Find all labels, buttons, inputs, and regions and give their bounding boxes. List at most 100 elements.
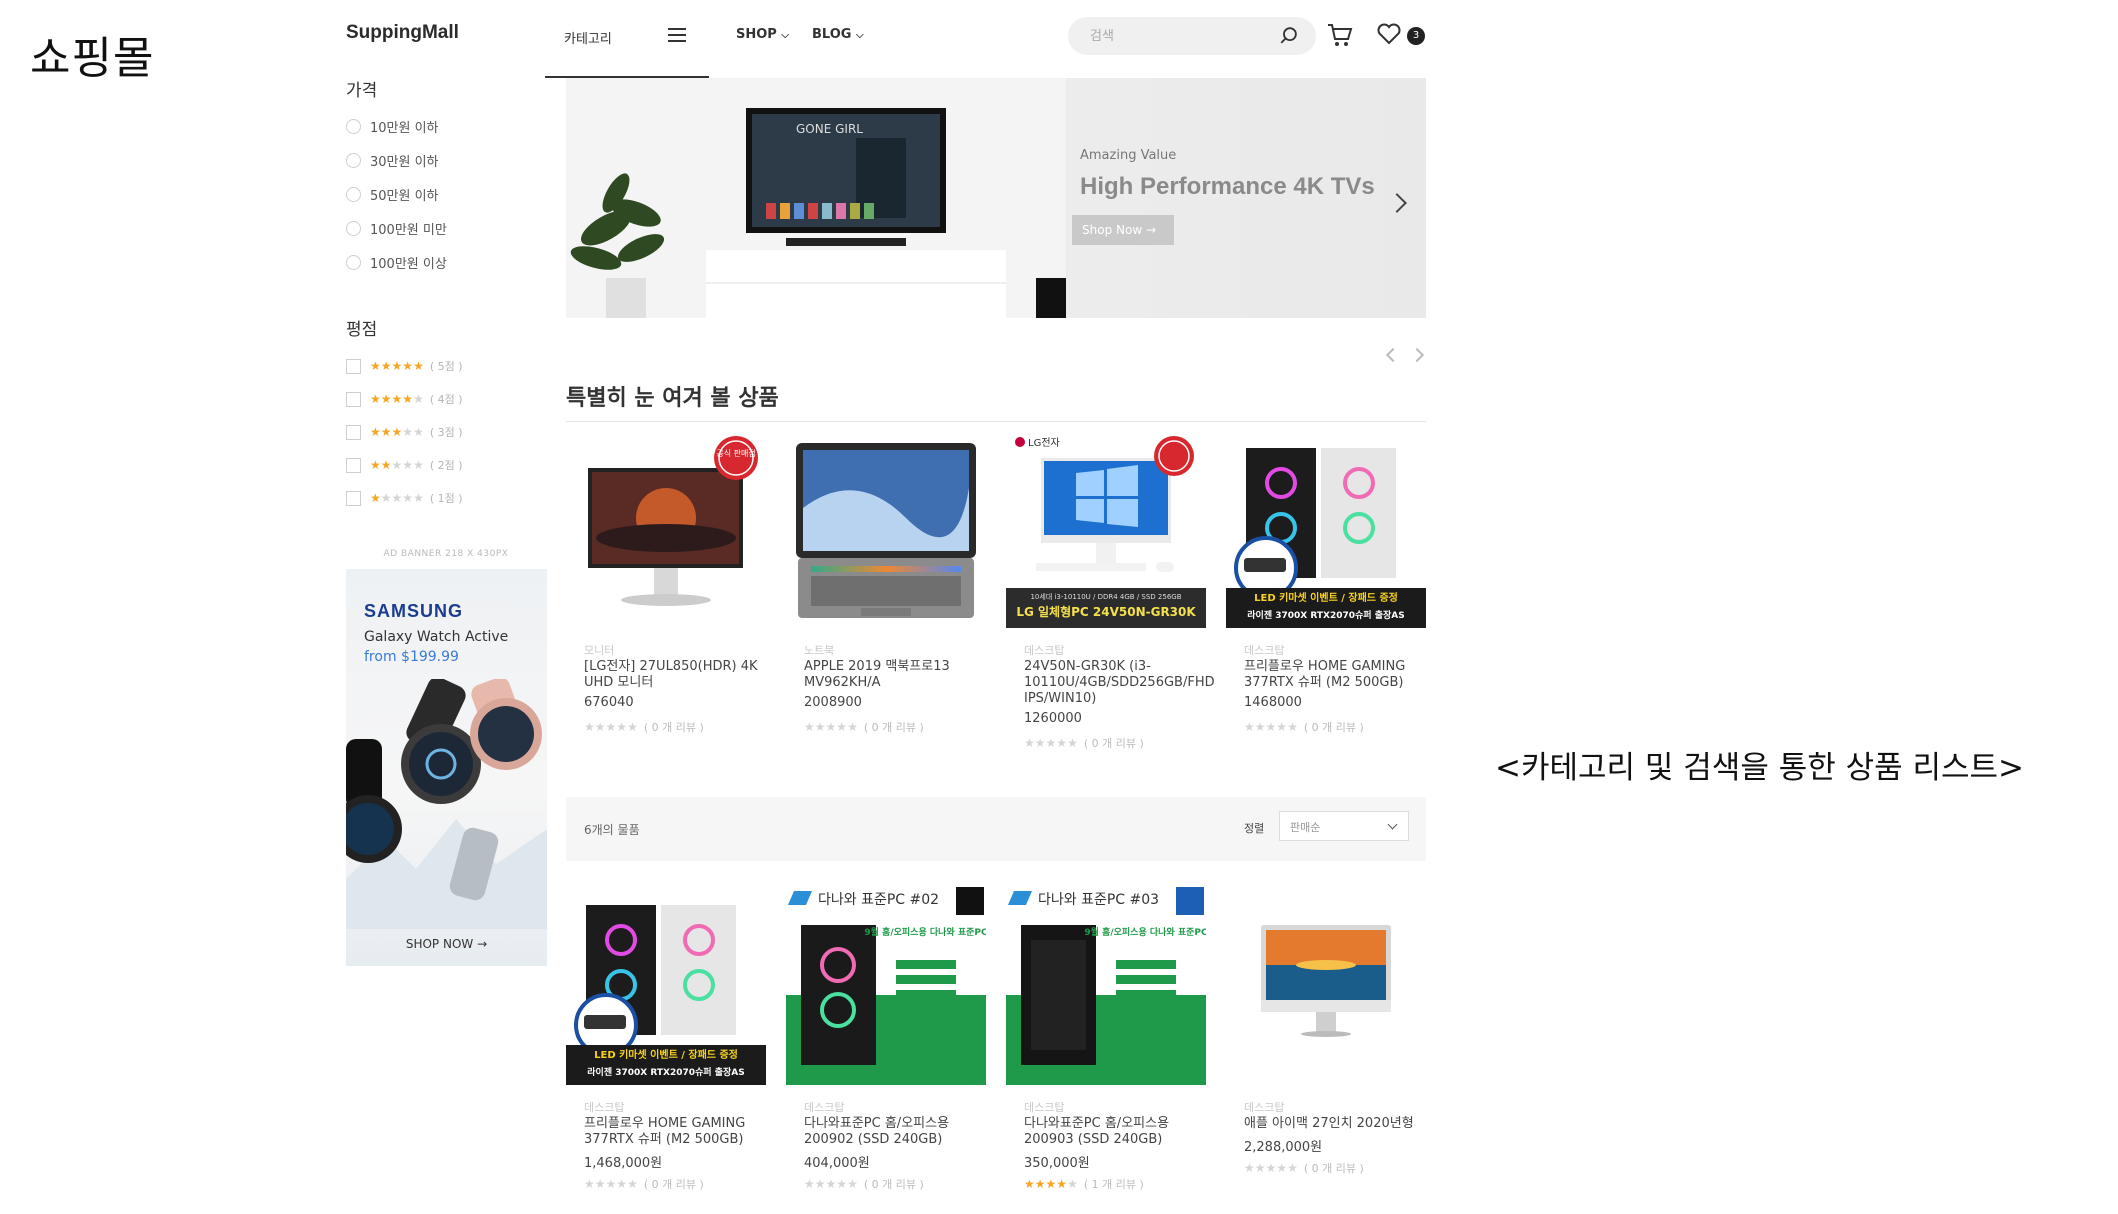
checkbox[interactable]	[346, 424, 361, 440]
product-image: LED 키마셋 이벤트 / 장패드 증정 라이젠 3700X RTX2070슈퍼…	[1226, 448, 1426, 628]
hero-shop-now-button[interactable]: Shop Now →	[1072, 215, 1174, 245]
star-icon: ★	[402, 425, 414, 439]
hero-banner: GONE GIRL Amazing Value High Performance…	[566, 78, 1426, 318]
product-price: 676040	[584, 695, 634, 710]
product-name[interactable]: 다나와표준PC 홈/오피스용 200902 (SSD 240GB)	[804, 1116, 979, 1148]
ad-banner[interactable]: SAMSUNG Galaxy Watch Active from $199.99…	[346, 569, 547, 966]
product-card[interactable]: 노트북 APPLE 2019 맥북프로13 MV962KH/A 2008900 …	[786, 428, 986, 738]
site-logo[interactable]: SuppingMall	[346, 22, 459, 44]
radio-button[interactable]	[346, 254, 361, 270]
checkbox[interactable]	[346, 358, 361, 374]
ad-brand: SAMSUNG	[364, 601, 464, 621]
rating-option[interactable]: ★ ★ ★ ★ ★( 1점 )	[346, 488, 463, 508]
radio-button[interactable]	[346, 118, 361, 134]
product-card[interactable]: 데스크탑 애플 아이맥 27인치 2020년형 2,288,000원 ★ ★ ★ ★ ★…	[1226, 885, 1426, 1185]
star-icon: ★	[413, 458, 424, 472]
star-icon: ★	[1045, 1177, 1057, 1191]
nav-shop[interactable]: SHOP ⌵	[736, 27, 789, 42]
chevron-down-icon	[1387, 819, 1398, 830]
product-price: 1468000	[1244, 695, 1302, 710]
star-icon: ★	[1287, 1161, 1298, 1175]
product-category: 모니터	[584, 644, 615, 657]
product-image: 다나와 표준PC #02 9월 홈/오피스용 다나와 표준PC	[786, 885, 986, 1085]
product-price: 1,468,000원	[584, 1156, 663, 1171]
product-rating: ★ ★ ★ ★ ★( 0 개 리뷰 )	[804, 720, 924, 734]
ad-size-note: AD BANNER 218 X 430PX	[383, 549, 509, 559]
product-name[interactable]: 프리플로우 HOME GAMING 377RTX 슈퍼 (M2 500GB)	[1244, 659, 1419, 691]
price-option[interactable]: 50만원 이하	[346, 183, 439, 205]
radio-button[interactable]	[346, 152, 361, 168]
star-icon: ★	[814, 720, 826, 734]
star-icon: ★	[1265, 720, 1277, 734]
product-card[interactable]: 다나와 표준PC #02 9월 홈/오피스용 다나와 표준PC 데스크탑 다나와…	[786, 885, 986, 1195]
product-card[interactable]: LED 키마셋 이벤트 / 장패드 증정 라이젠 3700X RTX2070슈퍼…	[566, 885, 766, 1195]
search-input[interactable]	[1088, 25, 1258, 47]
rating-stars: ★ ★ ★ ★ ★	[370, 459, 424, 471]
product-card[interactable]: LED 키마셋 이벤트 / 장패드 증정 라이젠 3700X RTX2070슈퍼…	[1226, 428, 1426, 738]
star-icon: ★	[391, 359, 403, 373]
star-icon: ★	[825, 1177, 837, 1191]
product-card[interactable]: 다나와 표준PC #03 9월 홈/오피스용 다나와 표준PC 데스크탑 다나와…	[1006, 885, 1206, 1195]
category-tab-label: 카테고리	[564, 32, 612, 47]
sort-select[interactable]: 판매순	[1279, 811, 1409, 841]
cart-icon[interactable]	[1326, 22, 1354, 48]
nav-blog[interactable]: BLOG ⌵	[812, 27, 864, 42]
star-icon: ★	[370, 491, 381, 505]
gaming-event-text: LED 키마셋 이벤트 / 장패드 증정	[1254, 591, 1398, 604]
price-option[interactable]: 10만원 이하	[346, 115, 439, 137]
ad-price: from $199.99	[364, 649, 459, 665]
checkbox[interactable]	[346, 490, 361, 506]
star-icon: ★	[1024, 1177, 1035, 1191]
search-icon[interactable]	[1278, 25, 1300, 47]
radio-button[interactable]	[346, 186, 361, 202]
radio-button[interactable]	[346, 220, 361, 236]
star-icon: ★	[804, 1177, 815, 1191]
danawa-title-text: 다나와 표준PC #03	[1038, 892, 1159, 908]
product-name[interactable]: [LG전자] 27UL850(HDR) 4K UHD 모니터	[584, 659, 759, 691]
star-icon: ★	[380, 359, 392, 373]
price-option[interactable]: 100만원 이상	[346, 251, 447, 273]
hero-subtitle: Amazing Value	[1080, 148, 1177, 163]
star-icon: ★	[380, 458, 392, 472]
product-name[interactable]: 애플 아이맥 27인치 2020년형	[1244, 1116, 1419, 1132]
star-icon: ★	[1034, 1177, 1046, 1191]
price-option[interactable]: 30만원 이하	[346, 149, 439, 171]
danawa-promo-text: 9월 홈/오피스용 다나와 표준PC	[864, 926, 986, 938]
hero-next-arrow-icon[interactable]	[1387, 193, 1407, 213]
rating-option[interactable]: ★ ★ ★ ★ ★( 4점 )	[346, 389, 463, 409]
product-price: 1260000	[1024, 711, 1082, 726]
star-icon: ★	[584, 1177, 595, 1191]
heart-icon[interactable]	[1376, 22, 1402, 46]
featured-next-arrow-icon[interactable]	[1409, 347, 1425, 363]
star-icon: ★	[814, 1177, 826, 1191]
star-icon: ★	[1244, 720, 1255, 734]
rating-option[interactable]: ★ ★ ★ ★ ★( 3점 )	[346, 422, 463, 442]
rating-option[interactable]: ★ ★ ★ ★ ★( 5점 )	[346, 356, 463, 376]
menu-icon[interactable]	[668, 28, 686, 42]
featured-prev-arrow-icon[interactable]	[1385, 347, 1401, 363]
product-name[interactable]: 24V50N-GR30K (i3-10110U/4GB/SDD256GB/FHD…	[1024, 659, 1215, 707]
product-card[interactable]: 공식 판매점 모니터 [LG전자] 27UL850(HDR) 4K UHD 모니…	[566, 428, 766, 738]
product-name[interactable]: 다나와표준PC 홈/오피스용 200903 (SSD 240GB)	[1024, 1116, 1199, 1148]
product-card[interactable]: LG전자 10세대 i3-10110U / DDR4 4GB / SSD 256…	[1006, 428, 1215, 754]
checkbox[interactable]	[346, 457, 361, 473]
product-name[interactable]: 프리플로우 HOME GAMING 377RTX 슈퍼 (M2 500GB)	[584, 1116, 759, 1148]
ad-shop-now-link[interactable]: SHOP NOW →	[346, 937, 547, 951]
product-category: 데스크탑	[804, 1101, 845, 1114]
chevron-down-icon: ⌵	[781, 30, 789, 41]
product-name[interactable]: APPLE 2019 맥북프로13 MV962KH/A	[804, 659, 979, 691]
rating-option[interactable]: ★ ★ ★ ★ ★( 2점 )	[346, 455, 463, 475]
star-icon: ★	[370, 458, 381, 472]
product-category: 데스크탑	[1244, 1101, 1285, 1114]
star-icon: ★	[391, 425, 403, 439]
price-option[interactable]: 100만원 미만	[346, 217, 447, 239]
star-icon: ★	[1067, 1177, 1078, 1191]
star-icon: ★	[594, 720, 606, 734]
product-price: 2,288,000원	[1244, 1140, 1323, 1155]
product-rating: ★ ★ ★ ★ ★( 0 개 리뷰 )	[804, 1177, 924, 1191]
product-rating: ★ ★ ★ ★ ★( 0 개 리뷰 )	[584, 720, 704, 734]
gaming-spec-text: 라이젠 3700X RTX2070슈퍼 출장AS	[1247, 609, 1404, 621]
checkbox[interactable]	[346, 391, 361, 407]
product-price: 2008900	[804, 695, 862, 710]
ad-product: Galaxy Watch Active	[364, 629, 509, 645]
